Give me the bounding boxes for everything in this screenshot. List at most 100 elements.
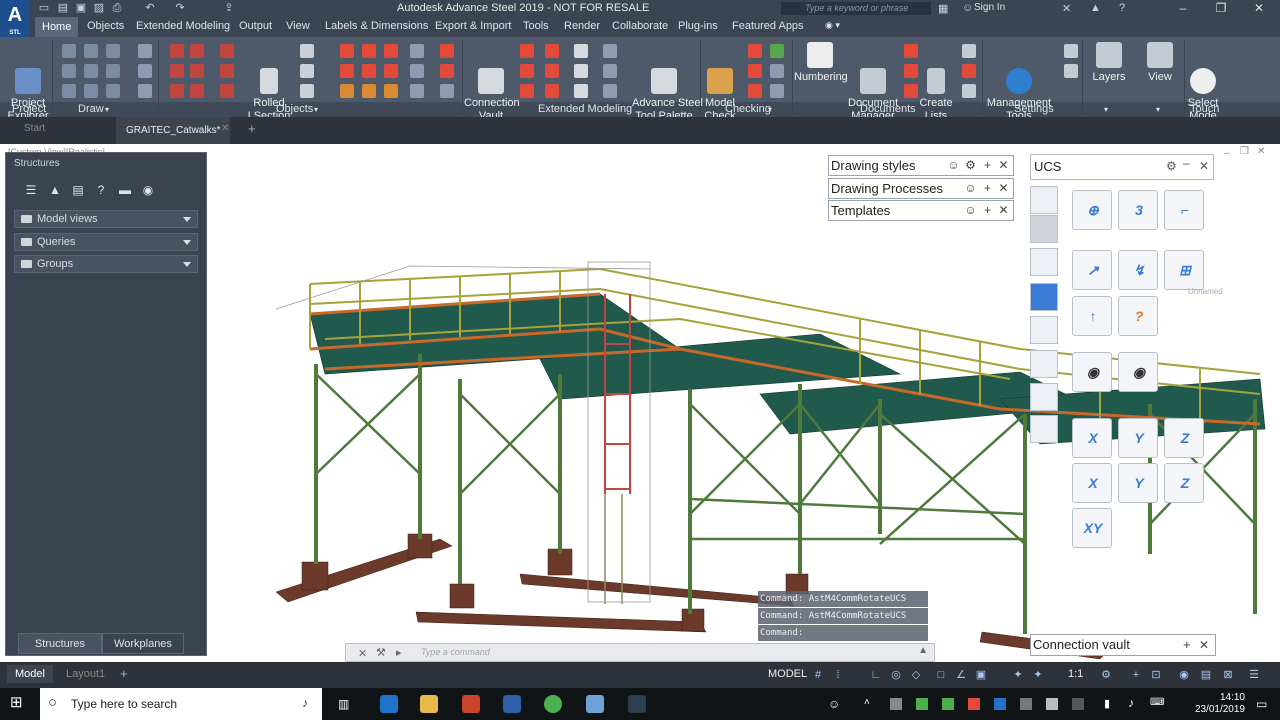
view-detail-icon[interactable] [904, 84, 918, 98]
autoscale-icon[interactable]: ✦ [1032, 669, 1044, 681]
close-icon[interactable]: ✕ [997, 159, 1010, 172]
joint-icon[interactable] [440, 84, 454, 98]
volume-icon[interactable]: ♪ [1128, 696, 1134, 710]
tool-palette-button[interactable]: Advance Steel Tool Palette [632, 42, 703, 123]
anchor-icon[interactable] [362, 64, 376, 78]
redo-icon[interactable]: ↷ [173, 2, 187, 15]
ucs-person-icon[interactable] [1030, 248, 1058, 276]
angle-icon[interactable] [300, 64, 314, 78]
close-icon[interactable]: ✕ [1199, 159, 1209, 173]
tab-view[interactable]: View [286, 20, 310, 32]
chevron-up-icon[interactable]: ▲ [918, 645, 928, 656]
tab-collaborate[interactable]: Collaborate [612, 20, 668, 32]
collision-icon[interactable] [748, 64, 762, 78]
drawing-processes-row[interactable]: Drawing Processes ☺ + ✕ [828, 178, 1014, 199]
isodraft-icon[interactable]: ◇ [910, 669, 922, 681]
ucs-line-icon[interactable] [1030, 283, 1058, 311]
network-icon[interactable]: ▮ [1104, 697, 1110, 710]
ladder-tool-icon[interactable] [520, 64, 534, 78]
ucs-world-button[interactable]: ⊕ [1072, 190, 1112, 230]
plus-icon[interactable]: + [1130, 669, 1142, 681]
move-icon[interactable] [84, 64, 98, 78]
check-list-icon[interactable] [770, 64, 784, 78]
advance-steel-taskbar-icon[interactable] [503, 695, 521, 713]
isolate-icon[interactable]: ◉ [1178, 669, 1190, 681]
plate-polyline-icon[interactable] [410, 64, 424, 78]
taskbar-search-input[interactable]: Type here to search [71, 697, 177, 711]
hole-icon[interactable] [340, 64, 354, 78]
eye-icon[interactable]: ◉ [141, 183, 155, 197]
flat-bar-icon[interactable] [300, 44, 314, 58]
drawing-process-icon[interactable] [904, 64, 918, 78]
annotation-icon[interactable]: ✦ [1012, 669, 1024, 681]
maximize-icon[interactable]: ❐ [1240, 146, 1249, 157]
ortho-icon[interactable]: ∟ [870, 669, 882, 681]
gear-icon[interactable]: ⚙ [1100, 669, 1112, 681]
ucs-object-button[interactable]: ↯ [1118, 250, 1158, 290]
circle-icon[interactable] [106, 64, 120, 78]
ucs-tools-icon[interactable] [1030, 215, 1058, 243]
layers-button[interactable]: Layers [1088, 42, 1130, 84]
tray-app-icon[interactable] [1020, 698, 1032, 710]
tray-app-icon[interactable] [942, 698, 954, 710]
close-icon[interactable]: ✕ [997, 204, 1010, 217]
shear-stud-icon[interactable] [384, 44, 398, 58]
sign-in-button[interactable]: Sign In [974, 2, 1005, 13]
model-space-label[interactable]: MODEL [760, 665, 815, 683]
ucs-y-button[interactable]: Y [1118, 463, 1158, 503]
task-view-icon[interactable]: ▥ [338, 697, 349, 711]
share-icon[interactable]: ⇪ [222, 2, 236, 15]
bom-icon[interactable] [962, 44, 976, 58]
audit-icon[interactable] [770, 44, 784, 58]
special-part-icon[interactable] [384, 64, 398, 78]
save-icon[interactable]: ▣ [74, 2, 88, 15]
stair-icon[interactable] [170, 84, 184, 98]
close-icon[interactable]: ✕ [1199, 635, 1209, 655]
ucs-hook-icon[interactable] [1030, 383, 1058, 411]
plate-icon[interactable] [220, 44, 234, 58]
new-file-icon[interactable]: ▭ [37, 2, 51, 15]
layers-expand-icon[interactable]: ▾ [1104, 105, 1108, 114]
exchange-icon[interactable]: ✕ [1062, 2, 1071, 15]
user-icon[interactable]: ☺ [962, 2, 973, 14]
taskbar-clock[interactable]: 14:10 23/01/2019 [1185, 692, 1245, 716]
chevron-up-icon[interactable]: ˄ [864, 697, 870, 708]
ribbon-options-icon[interactable]: ◉ ▾ [825, 20, 840, 31]
column-tool-icon[interactable] [520, 84, 534, 98]
close-icon[interactable]: ✕ [1257, 146, 1265, 157]
panel-checking-expand-icon[interactable]: ▾ [768, 105, 772, 114]
tray-app-icon[interactable] [1046, 698, 1058, 710]
purlin-tool-icon[interactable] [574, 64, 588, 78]
line-icon[interactable] [62, 44, 76, 58]
tab-output[interactable]: Output [239, 20, 272, 32]
close-icon[interactable]: ✕ [997, 182, 1010, 195]
close-icon[interactable]: ✕ [1240, 0, 1278, 17]
arc-icon[interactable] [106, 44, 120, 58]
weld-icon[interactable] [362, 44, 376, 58]
ucs-box-icon[interactable] [1030, 316, 1058, 344]
help-icon[interactable]: ? [1119, 2, 1125, 14]
bracing-tool-icon[interactable] [545, 84, 559, 98]
ucs-hide-button[interactable]: ◉ [1118, 352, 1158, 392]
templates-row[interactable]: Templates ☺ + ✕ [828, 200, 1014, 221]
plot-icon[interactable]: ⎙ [110, 2, 124, 15]
ucs-help-button[interactable]: ? [1118, 296, 1158, 336]
command-input[interactable]: Type a command [421, 647, 490, 657]
snap-icon[interactable]: ⁞ [832, 669, 844, 681]
tray-app-icon[interactable] [968, 698, 980, 710]
user-icon[interactable]: ☺ [964, 204, 977, 217]
channel-icon[interactable] [300, 84, 314, 98]
tab-plug-ins[interactable]: Plug-ins [678, 20, 718, 32]
ucs-xy-button[interactable]: XY [1072, 508, 1112, 548]
structure-icon[interactable]: ▲ [48, 183, 62, 197]
wrench-icon[interactable]: ⚒ [376, 646, 386, 659]
ucs-show-button[interactable]: ◉ [1072, 352, 1112, 392]
concrete-icon[interactable] [340, 84, 354, 98]
queries-row[interactable]: Queries [14, 233, 198, 251]
numbering-button[interactable]: Numbering [794, 42, 848, 84]
tab-start[interactable]: Start [24, 123, 45, 134]
user-icon[interactable]: ☺ [964, 182, 977, 195]
command-line[interactable]: ✕ ⚒ ▸ Type a command ▲ [345, 643, 935, 662]
rectangle-icon[interactable] [84, 84, 98, 98]
settings-small-icon[interactable] [1064, 44, 1078, 58]
